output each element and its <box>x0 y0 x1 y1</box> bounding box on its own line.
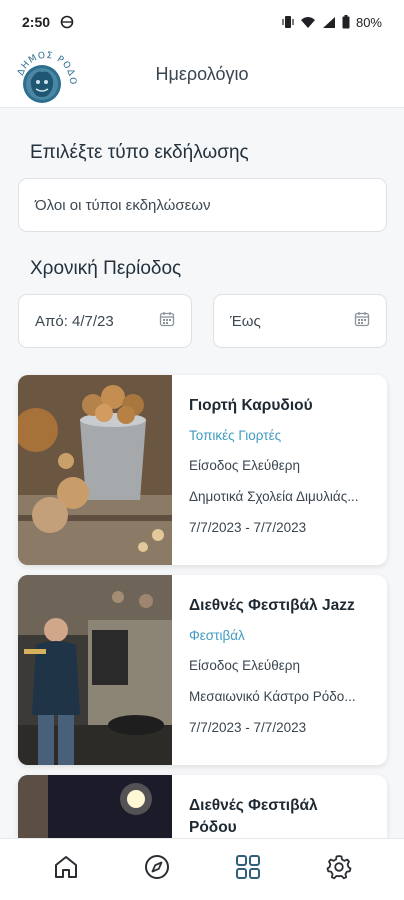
battery-icon <box>342 15 350 29</box>
calendar-icon <box>159 311 175 331</box>
date-from-value: Από: 4/7/23 <box>35 312 114 330</box>
vpn-icon <box>60 15 74 29</box>
event-category[interactable]: Φεστιβάλ <box>189 628 245 643</box>
event-type-select[interactable]: Όλοι οι τύποι εκδηλώσεων <box>18 178 387 232</box>
event-title: Διεθνές Φεστιβάλ Jazz <box>189 597 355 614</box>
event-card[interactable]: Γιορτή Καρυδιού Τοπικές Γιορτές Είσοδος … <box>18 375 387 565</box>
date-to-placeholder: Έως <box>230 312 261 330</box>
date-to-field[interactable]: Έως <box>213 294 387 348</box>
event-entry: Είσοδος Ελεύθερη <box>189 658 300 673</box>
event-type-value: Όλοι οι τύποι εκδηλώσεων <box>35 196 211 214</box>
nav-home[interactable] <box>44 848 88 892</box>
date-from-field[interactable]: Από: 4/7/23 <box>18 294 192 348</box>
compass-icon <box>143 853 171 886</box>
app-header: ΔΗΜΟΣ ΡΟΔΟΥ Ημερολόγιο <box>0 43 404 108</box>
gear-icon <box>325 853 353 886</box>
nav-settings[interactable] <box>317 848 361 892</box>
event-type-label: Επιλέξτε τύπο εκδήλωσης <box>30 142 249 163</box>
battery-percent: 80% <box>355 14 382 30</box>
event-location: Μεσαιωνικό Κάστρο Ρόδο... <box>189 689 356 704</box>
vibrate-icon <box>282 15 294 29</box>
event-entry: Είσοδος Ελεύθερη <box>189 458 300 473</box>
nav-explore[interactable] <box>135 848 179 892</box>
grid-icon <box>234 853 262 886</box>
event-image-walnuts <box>18 375 172 565</box>
event-card[interactable]: Διεθνές Φεστιβάλ Ρόδου <box>18 775 387 838</box>
event-location: Δημοτικά Σχολεία Διμυλιάς... <box>189 489 359 504</box>
bottom-nav <box>0 838 404 900</box>
event-category[interactable]: Τοπικές Γιορτές <box>189 428 281 443</box>
home-icon <box>52 853 80 886</box>
page-title: Ημερολόγιο <box>155 64 249 84</box>
event-image-jazz <box>18 575 172 765</box>
event-dates: 7/7/2023 - 7/7/2023 <box>189 720 307 735</box>
event-dates: 7/7/2023 - 7/7/2023 <box>189 520 307 535</box>
event-title: Διεθνές Φεστιβάλ Ρόδου <box>189 797 318 836</box>
status-bar: 2:50 80% <box>0 0 404 44</box>
status-time: 2:50 <box>22 14 51 30</box>
event-image-rhodes <box>18 775 172 838</box>
event-title: Γιορτή Καρυδιού <box>189 397 313 414</box>
period-label: Χρονική Περίοδος <box>30 258 182 279</box>
event-card[interactable]: Διεθνές Φεστιβάλ Jazz Φεστιβάλ Είσοδος Ε… <box>18 575 387 765</box>
signal-icon <box>322 16 336 29</box>
nav-events[interactable] <box>226 848 270 892</box>
wifi-icon <box>300 16 316 29</box>
calendar-icon <box>354 311 370 331</box>
